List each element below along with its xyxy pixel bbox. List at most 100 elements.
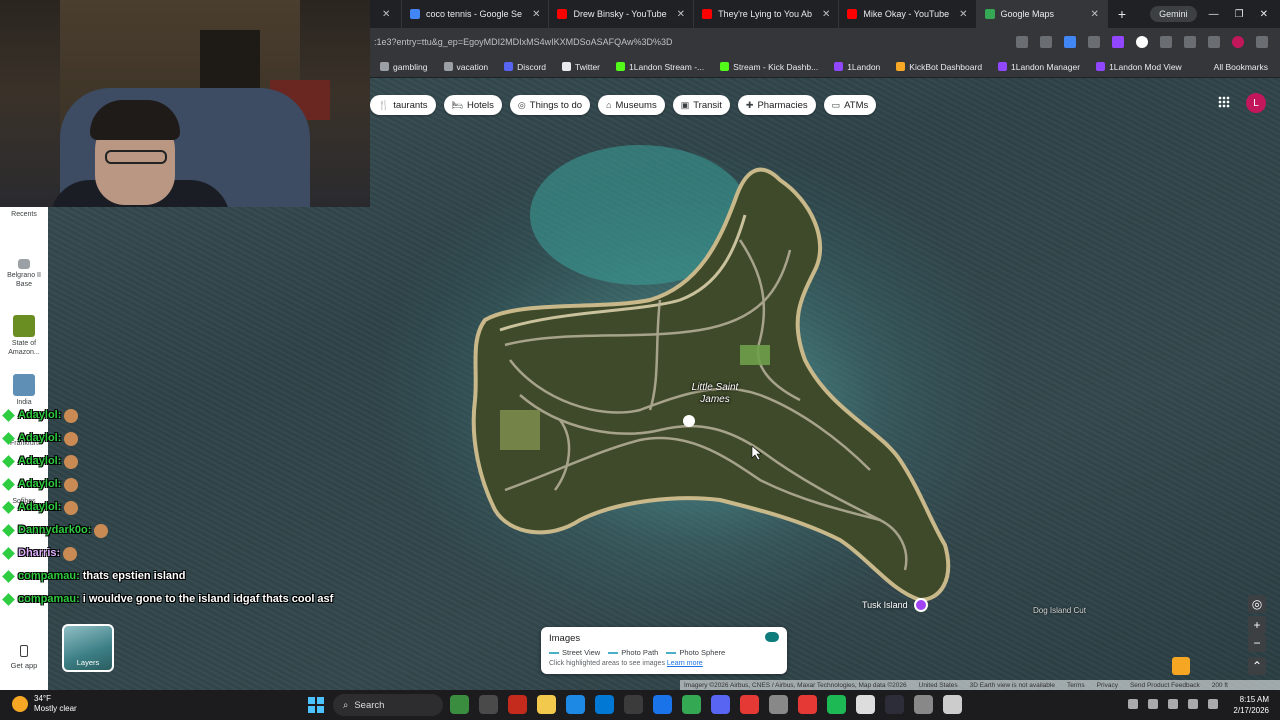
recent-item[interactable]: India [0, 374, 48, 407]
wifi-icon[interactable] [1168, 699, 1178, 709]
taskbar-app-icon[interactable] [566, 695, 585, 714]
chip-atms[interactable]: ▭ ATMs [823, 95, 877, 115]
camera-icon: ◎ [517, 99, 526, 110]
get-app-button[interactable]: Get app [0, 645, 48, 670]
taskbar-app-icon[interactable] [769, 695, 788, 714]
images-toggle[interactable] [765, 632, 779, 642]
install-icon[interactable] [1016, 36, 1028, 48]
bookmark-star-icon[interactable] [1040, 36, 1052, 48]
chip-transit[interactable]: ▣ Transit [672, 95, 730, 115]
close-tab-icon[interactable]: ✕ [822, 9, 830, 20]
new-tab-button[interactable]: + [1108, 6, 1136, 22]
bookmark-item[interactable]: Stream - Kick Dashb... [720, 62, 818, 72]
taskbar-app-icon[interactable] [798, 695, 817, 714]
attribution-item[interactable]: Privacy [1097, 682, 1118, 689]
layers-button[interactable]: Layers [62, 624, 114, 672]
attribution-item[interactable]: Send Product Feedback [1130, 682, 1200, 689]
taskbar-app-icon[interactable] [479, 695, 498, 714]
battery-icon[interactable] [1208, 699, 1218, 709]
recents-label[interactable]: Recents [0, 210, 48, 219]
downloads-icon[interactable] [1208, 36, 1220, 48]
close-tab-icon[interactable]: ✕ [532, 9, 540, 20]
bookmark-item[interactable]: Twitter [561, 62, 600, 72]
taskbar-app-icon[interactable] [856, 695, 875, 714]
account-avatar[interactable]: L [1246, 93, 1266, 113]
tray-app-icon[interactable] [1148, 699, 1158, 709]
taskbar-app-icon[interactable] [450, 695, 469, 714]
attribution-item[interactable]: 200 ft [1212, 682, 1228, 689]
extension-icon[interactable] [1064, 36, 1076, 48]
tab-3[interactable]: Mike Okay - YouTube ✕ [839, 0, 977, 28]
bookmark-item[interactable]: KickBot Dashboard [896, 62, 982, 72]
tray-chevron-icon[interactable] [1128, 699, 1138, 709]
tab-0[interactable]: coco tennis - Google Se ✕ [402, 0, 550, 28]
all-bookmarks-button[interactable]: All Bookmarks [1214, 62, 1268, 72]
taskbar-app-icon[interactable] [595, 695, 614, 714]
url-field[interactable]: :1e3?entry=ttu&g_ep=EgoyMDI2MDIxMS4wIKXM… [370, 37, 1016, 47]
chip-pharmacies[interactable]: ✚ Pharmacies [737, 95, 816, 115]
volume-icon[interactable] [1188, 699, 1198, 709]
taskbar-app-icon[interactable] [711, 695, 730, 714]
extension-icon[interactable] [1136, 36, 1148, 48]
extension-icon[interactable] [1088, 36, 1100, 48]
taskbar-app-icon[interactable] [943, 695, 962, 714]
taskbar-app-icon[interactable] [827, 695, 846, 714]
expand-up-icon[interactable]: ⌃ [1248, 657, 1266, 675]
taskbar-app-icon[interactable] [682, 695, 701, 714]
bookmark-item[interactable]: 1Landon Stream -... [616, 62, 704, 72]
taskbar-app-icon[interactable] [740, 695, 759, 714]
sidebar-icon[interactable] [1184, 36, 1196, 48]
taskbar-search[interactable]: ⌕ Search [333, 694, 443, 716]
zoom-in-button[interactable]: + [1248, 616, 1266, 634]
taskbar-app-icon[interactable] [885, 695, 904, 714]
kebab-menu-icon[interactable] [1256, 36, 1268, 48]
windows-taskbar: 34°F Mostly clear ⌕ Search 8:15 AM 2/17/… [0, 690, 1280, 720]
chip-museums[interactable]: ⌂ Museums [598, 95, 665, 115]
learn-more-link[interactable]: Learn more [667, 660, 703, 667]
tab-google-maps[interactable]: Google Maps ✕ [976, 0, 1108, 28]
bookmark-item[interactable]: 1Landon Mod View [1096, 62, 1182, 72]
close-tab-icon[interactable]: ✕ [959, 9, 967, 20]
taskbar-app-icon[interactable] [914, 695, 933, 714]
tusk-island-pin-icon[interactable] [914, 598, 928, 612]
minimize-icon[interactable]: — [1209, 9, 1219, 20]
recent-item[interactable]: State of Amazon... [0, 315, 48, 357]
close-window-icon[interactable]: ✕ [1260, 9, 1268, 20]
chip-taurants[interactable]: 🍴 taurants [370, 95, 436, 115]
taskbar-clock[interactable]: 8:15 AM 2/17/2026 [1225, 694, 1269, 716]
tusk-island-label[interactable]: Tusk Island [862, 600, 908, 610]
taskbar-app-icon[interactable] [537, 695, 556, 714]
close-tab-icon[interactable]: ✕ [677, 9, 685, 20]
tab-partial[interactable]: ✕ [370, 0, 402, 28]
dropped-pin-marker[interactable] [683, 415, 695, 427]
taskbar-app-icon[interactable] [653, 695, 672, 714]
bookmark-item[interactable]: 1Landon Manager [998, 62, 1080, 72]
attribution-item[interactable]: Terms [1067, 682, 1085, 689]
my-location-icon[interactable]: ◎ [1248, 595, 1266, 613]
tab-2[interactable]: They're Lying to You Ab ✕ [694, 0, 840, 28]
start-button[interactable] [308, 697, 324, 713]
gemini-button[interactable]: Gemini [1150, 6, 1197, 22]
close-tab-icon[interactable]: ✕ [1091, 9, 1099, 20]
maximize-icon[interactable]: ❐ [1235, 9, 1244, 20]
extensions-puzzle-icon[interactable] [1160, 36, 1172, 48]
bookmark-favicon-icon [896, 62, 906, 71]
tab-1[interactable]: Drew Binsky - YouTube ✕ [549, 0, 695, 28]
chip-hotels[interactable]: 🛏 Hotels [443, 95, 502, 115]
pegman-icon[interactable] [1172, 657, 1190, 675]
island-label[interactable]: Little Saint James [680, 382, 750, 406]
profile-avatar-icon[interactable] [1232, 36, 1244, 48]
bookmark-item[interactable]: 1Landon [834, 62, 880, 72]
chip-things-to-do[interactable]: ◎ Things to do [509, 95, 591, 115]
zoom-out-button[interactable]: − [1248, 634, 1266, 652]
bookmark-item[interactable]: Discord [504, 62, 546, 72]
taskbar-app-icon[interactable] [624, 695, 643, 714]
images-hint: Click highlighted areas to see images Le… [549, 660, 703, 667]
weather-widget[interactable]: 34°F Mostly clear [12, 694, 77, 714]
recent-item[interactable]: Belgrano II Base [0, 259, 48, 289]
taskbar-app-icon[interactable] [508, 695, 527, 714]
bookmark-item[interactable]: gambling [380, 62, 428, 72]
extension-icon[interactable] [1112, 36, 1124, 48]
bookmark-item[interactable]: vacation [443, 62, 488, 72]
google-apps-icon[interactable] [1218, 96, 1230, 108]
